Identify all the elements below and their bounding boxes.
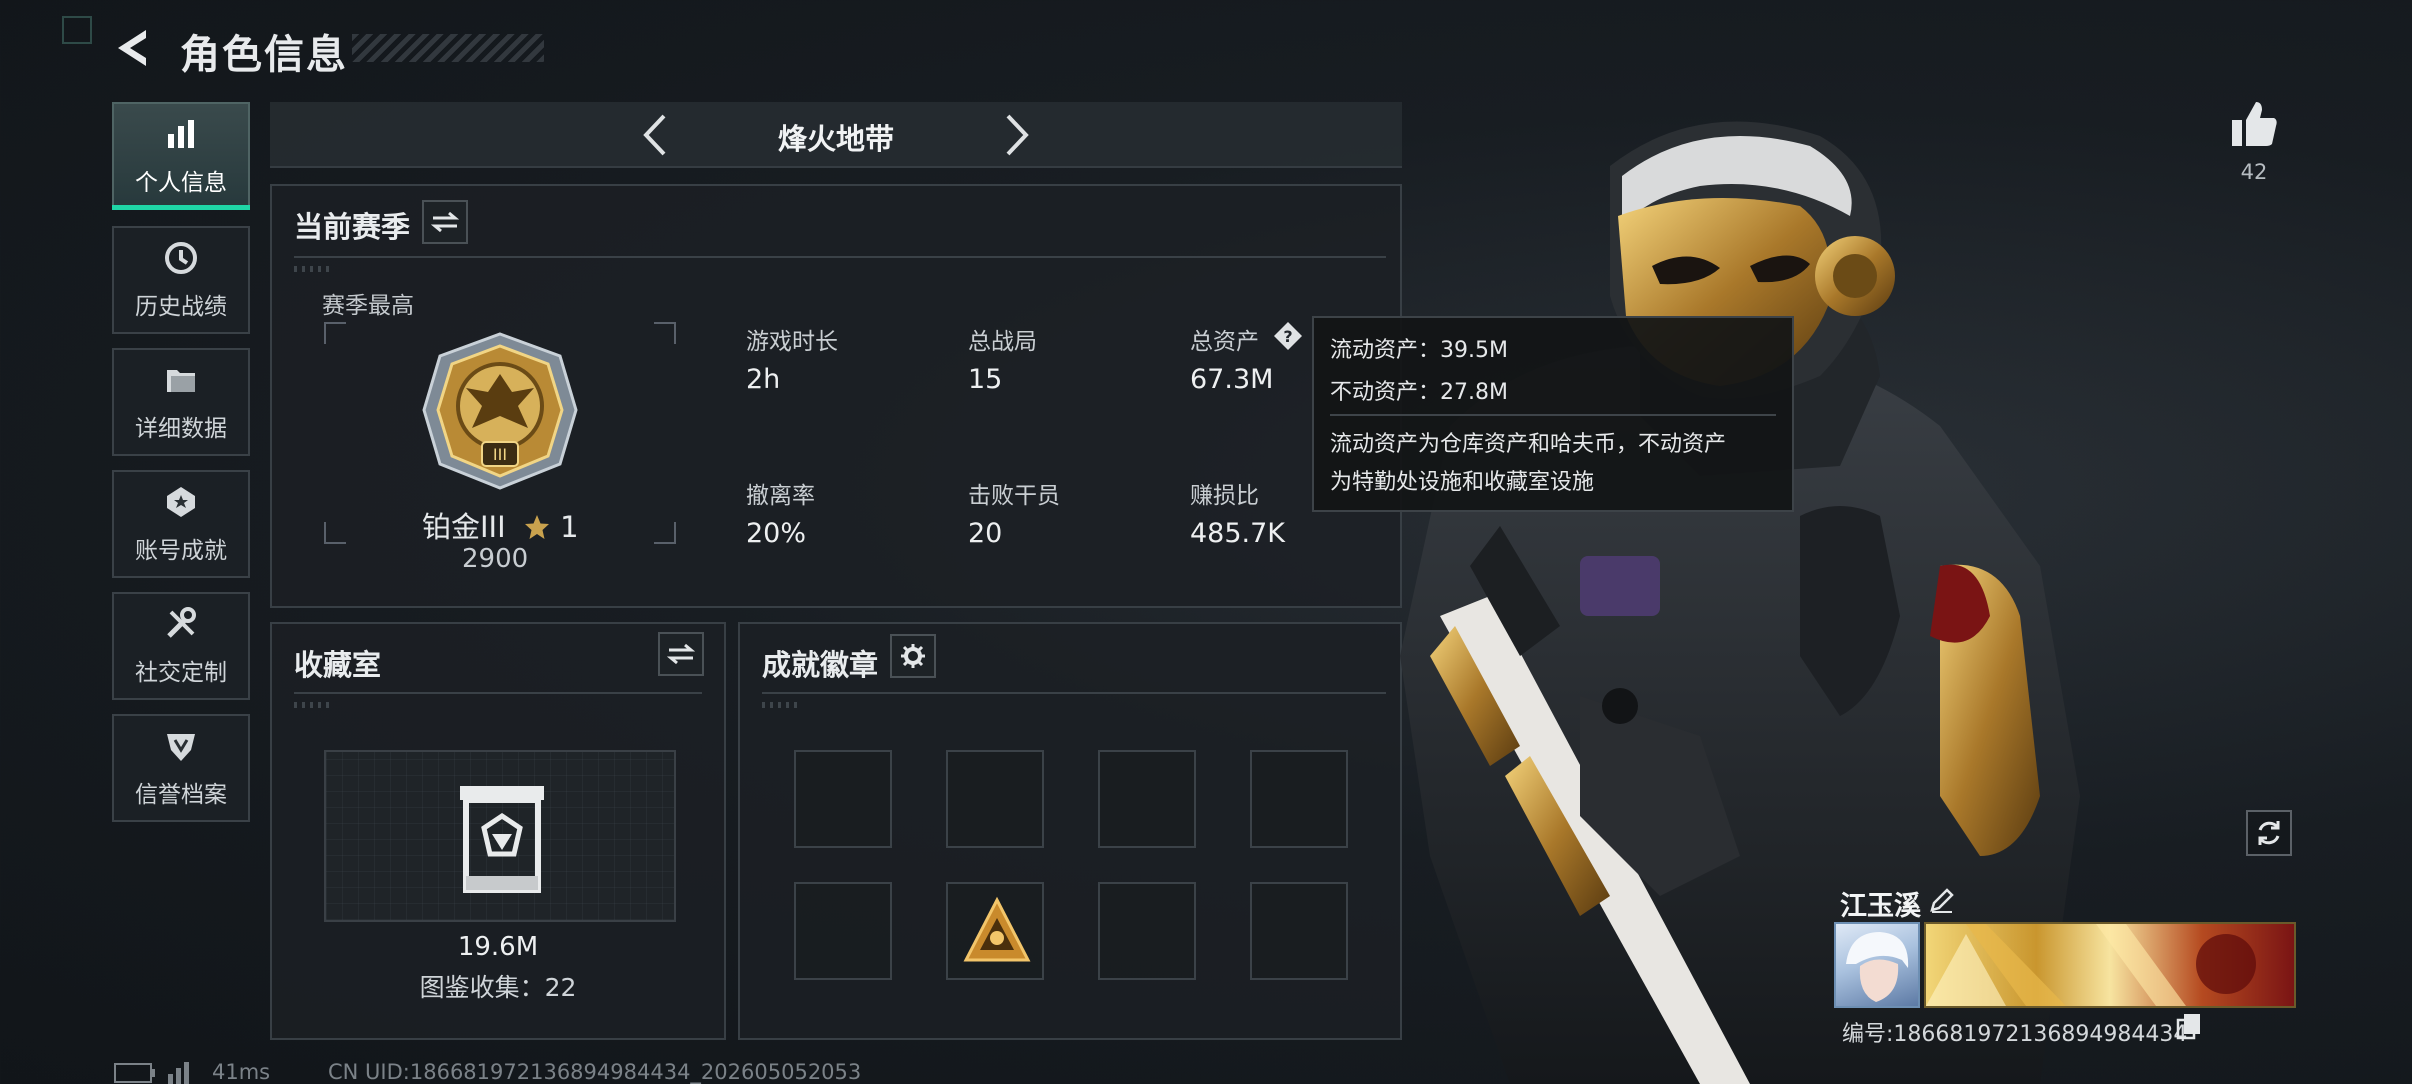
badges-settings-button[interactable] (890, 634, 936, 678)
achievement-badge-icon (963, 896, 1031, 962)
ping-label: 41ms (212, 1060, 271, 1084)
swap-icon (431, 211, 459, 233)
badge-slot[interactable] (946, 882, 1044, 980)
corner-decoration (62, 16, 92, 44)
stat-value: 20% (746, 518, 807, 549)
divider (294, 692, 702, 694)
stat-value: 485.7K (1190, 518, 1286, 549)
signal-icon (166, 1058, 196, 1084)
collection-switch-button[interactable] (658, 632, 704, 676)
badge-slot[interactable] (794, 882, 892, 980)
stat-label: 赚损比 (1190, 483, 1259, 509)
back-arrow-icon (118, 30, 146, 66)
avatar[interactable] (1834, 922, 1920, 1008)
star-icon (524, 515, 549, 539)
player-nickname: 江玉溪 (1840, 891, 1921, 922)
stat-value: 15 (968, 364, 1003, 395)
divider-decoration (294, 702, 330, 708)
edit-name-button[interactable] (1928, 886, 1956, 914)
tooltip-description: 为特勤处设施和收藏室设施 (1330, 470, 1595, 495)
sidebar-item-social[interactable]: 社交定制 (112, 592, 250, 700)
sidebar-item-details[interactable]: 详细数据 (112, 348, 250, 456)
sidebar-item-history[interactable]: 历史战绩 (112, 226, 250, 334)
avatar-image (1846, 932, 1909, 1002)
stat-value: 67.3M (1190, 364, 1274, 395)
copy-id-button[interactable] (2176, 1012, 2202, 1040)
season-panel: 当前赛季 赛季最高 III 铂金III 1 2900 游戏时长 2h 总战局 1… (270, 184, 1402, 608)
like-count: 42 (2240, 160, 2268, 184)
pencil-icon (1930, 888, 1954, 913)
back-button[interactable] (112, 26, 156, 70)
tools-icon (162, 605, 200, 643)
sidebar-item-reputation[interactable]: 信誉档案 (112, 714, 250, 822)
gear-icon (901, 644, 925, 668)
rank-badge-icon: III (422, 332, 578, 490)
stat-label: 总资产 (1190, 329, 1259, 355)
profile-banner[interactable] (1924, 922, 2296, 1008)
rank-stars: 1 (560, 510, 579, 544)
stat-value: 2h (746, 364, 781, 395)
rank-points: 2900 (462, 544, 529, 574)
refresh-button[interactable] (2246, 810, 2292, 856)
mode-next-button[interactable] (992, 110, 1040, 160)
achievement-icon (162, 483, 200, 521)
uid-label: CN UID:186681972136894984434_20260505205… (328, 1060, 862, 1084)
tooltip-description: 流动资产为仓库资产和哈夫币，不动资产 (1330, 432, 1727, 457)
swap-icon (667, 643, 695, 665)
collection-card (324, 750, 676, 922)
sidebar-item-label: 信誉档案 (135, 782, 227, 808)
sidebar-item-label: 账号成就 (135, 538, 227, 564)
title-decoration (352, 34, 544, 62)
sidebar-item-label: 个人信息 (135, 170, 227, 196)
tooltip-liquid-assets: 流动资产：39.5M (1330, 338, 1508, 363)
rank-label: 铂金III (422, 510, 506, 544)
thumbs-up-icon (2232, 102, 2277, 146)
collection-title: 收藏室 (294, 648, 382, 682)
svg-text:III: III (493, 445, 507, 464)
divider (1330, 414, 1776, 416)
divider (294, 256, 1386, 258)
season-title: 当前赛季 (294, 210, 411, 244)
vault-icon (460, 786, 544, 893)
sidebar-item-label: 历史战绩 (135, 294, 227, 320)
history-icon (162, 239, 200, 277)
banner-artwork (1926, 924, 2256, 1006)
badges-title: 成就徽章 (762, 648, 879, 682)
badge-slot[interactable] (946, 750, 1044, 848)
copy-icon (2176, 1014, 2200, 1040)
sidebar-item-label: 社交定制 (135, 660, 227, 686)
stat-value: 20 (968, 518, 1003, 549)
bar-chart-icon (162, 115, 200, 153)
divider-decoration (294, 266, 330, 272)
stat-label: 撤离率 (746, 483, 815, 509)
stat-label: 游戏时长 (746, 329, 838, 355)
rank-name: 铂金III 1 (422, 504, 579, 546)
player-id: 编号:186681972136894984434 (1842, 1022, 2188, 1047)
collection-count: 图鉴收集：22 (419, 973, 577, 1002)
shield-icon (162, 727, 200, 765)
season-best-label: 赛季最高 (322, 293, 414, 319)
stat-label: 击败干员 (968, 483, 1060, 509)
folder-icon (162, 361, 200, 399)
like-button[interactable] (2226, 96, 2282, 152)
divider-decoration (762, 702, 798, 708)
sidebar-item-achievements[interactable]: 账号成就 (112, 470, 250, 578)
mode-selector: 烽火地带 (270, 102, 1402, 168)
tooltip-fixed-assets: 不动资产：27.8M (1330, 380, 1508, 405)
season-switch-button[interactable] (422, 200, 468, 244)
collection-value: 19.6M (457, 932, 539, 962)
asset-tooltip: 流动资产：39.5M 不动资产：27.8M 流动资产为仓库资产和哈夫币，不动资产… (1312, 316, 1794, 512)
sidebar-item-label: 详细数据 (135, 416, 227, 442)
badge-slot[interactable] (1098, 882, 1196, 980)
collection-panel[interactable]: 收藏室 19.6M 图鉴收集：22 (270, 622, 726, 1040)
page-title: 角色信息 (180, 32, 348, 78)
refresh-icon (2258, 821, 2280, 845)
mode-name: 烽火地带 (777, 122, 894, 156)
sidebar-item-profile[interactable]: 个人信息 (112, 102, 250, 210)
badge-slot[interactable] (794, 750, 892, 848)
chevron-right-icon (1006, 114, 1029, 156)
badge-slot[interactable] (1098, 750, 1196, 848)
battery-icon (114, 1062, 156, 1084)
stat-label: 总战局 (968, 329, 1037, 355)
